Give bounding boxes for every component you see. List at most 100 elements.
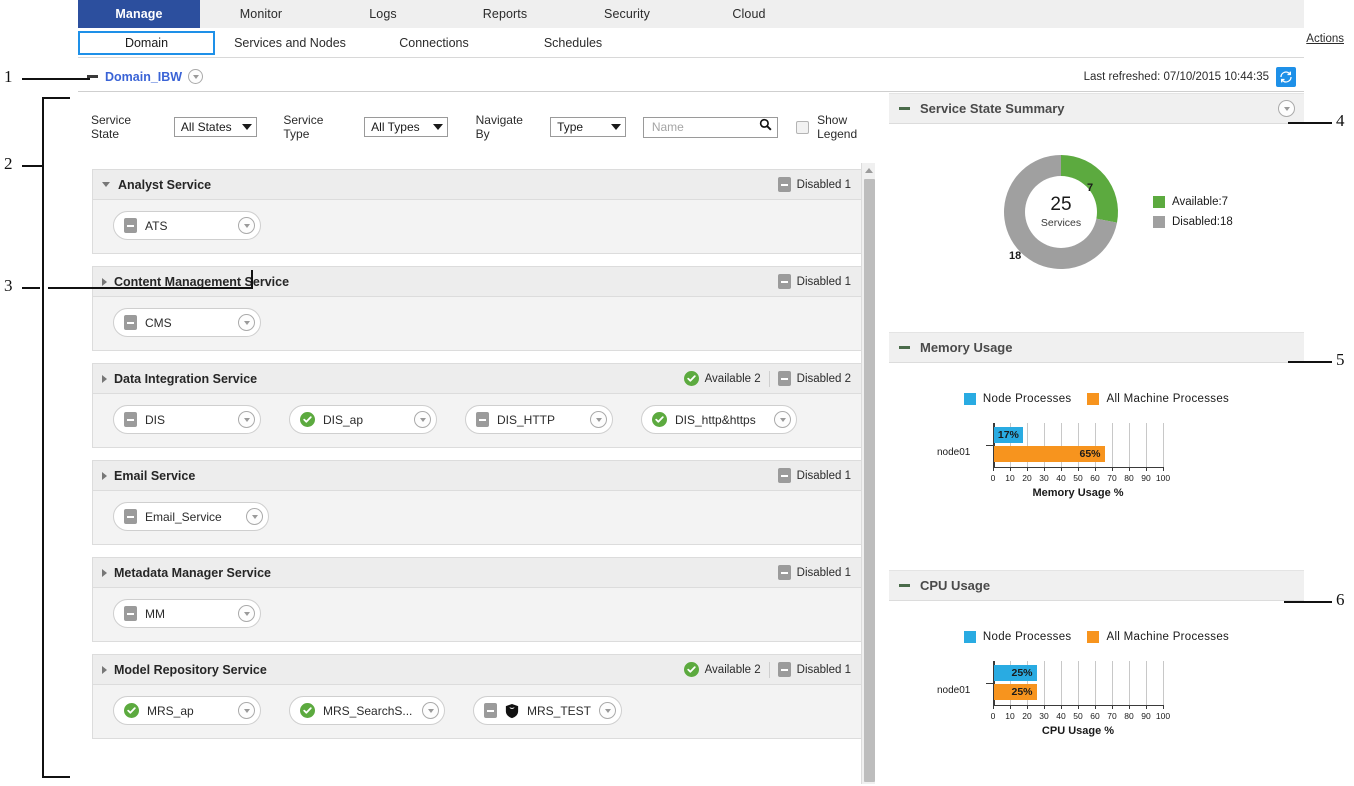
callout-3-line-a [22, 287, 40, 289]
callout-4: 4 [1336, 111, 1345, 131]
service-chip[interactable]: DIS_HTTP [465, 405, 613, 434]
status-badge-label: Disabled 1 [797, 179, 851, 191]
subnav-tab-label: Domain [125, 36, 168, 50]
chevron-down-circle-icon[interactable] [238, 314, 255, 331]
callout-1: 1 [4, 67, 13, 87]
shield-icon [505, 703, 519, 719]
show-legend-checkbox[interactable] [796, 121, 809, 134]
nav-tab-manage[interactable]: Manage [78, 0, 200, 28]
scrollbar-thumb[interactable] [864, 179, 875, 782]
service-chip[interactable]: MM [113, 599, 261, 628]
service-chip[interactable]: DIS_ap [289, 405, 437, 434]
service-group-header[interactable]: Analyst ServiceDisabled 1 [93, 170, 861, 200]
chevron-down-circle-icon[interactable] [414, 411, 431, 428]
service-group-title: Data Integration Service [114, 372, 257, 386]
legend-item-node-processes: Node Processes [964, 631, 1072, 643]
service-group-header[interactable]: Content Management ServiceDisabled 1 [93, 267, 861, 297]
service-group-body: Email_Service [93, 491, 861, 544]
nav-tab-logs[interactable]: Logs [322, 0, 444, 28]
service-chip-label: DIS_HTTP [497, 413, 555, 427]
x-axis-tick [1078, 705, 1079, 709]
minus-icon[interactable] [899, 346, 910, 349]
chevron-down-icon[interactable] [102, 182, 110, 187]
chevron-down-circle-icon[interactable] [238, 411, 255, 428]
chevron-right-icon[interactable] [102, 278, 107, 286]
disabled-icon [778, 177, 791, 192]
service-chip-label: DIS_http&https [675, 413, 756, 427]
gridline [1112, 661, 1113, 705]
x-axis-tick [1044, 705, 1045, 709]
refresh-icon[interactable] [1276, 67, 1296, 87]
service-group-header[interactable]: Data Integration ServiceAvailable 2Disab… [93, 364, 861, 394]
scrollbar[interactable] [861, 163, 875, 784]
service-group-stats: Disabled 1 [778, 177, 851, 192]
chevron-down-circle-icon[interactable] [590, 411, 607, 428]
service-chip[interactable]: ATS [113, 211, 261, 240]
legend-swatch-all-machine-processes [1087, 393, 1099, 405]
subnav-tab-schedules[interactable]: Schedules [518, 31, 628, 55]
service-group-header[interactable]: Email ServiceDisabled 1 [93, 461, 861, 491]
category-label: node01 [937, 685, 970, 696]
show-legend-label: Show Legend [817, 113, 888, 141]
legend-label-all-machine-processes: All Machine Processes [1106, 393, 1229, 405]
service-group-body: DIS DIS_ap DIS_HTTP DIS_http&https [93, 394, 861, 447]
service-chip[interactable]: DIS_http&https [641, 405, 797, 434]
sub-navigation: Domain Services and Nodes Connections Sched… [78, 28, 1304, 58]
cpu-usage-header: CPU Usage [889, 570, 1304, 601]
subnav-tab-connections[interactable]: Connections [373, 31, 495, 55]
x-axis-tick [1061, 467, 1062, 471]
search-icon[interactable] [759, 118, 772, 136]
x-axis-tick [1163, 705, 1164, 709]
nav-tab-reports[interactable]: Reports [444, 0, 566, 28]
domain-name-link[interactable]: Domain_IBW [105, 70, 182, 84]
chevron-down-circle-icon[interactable] [188, 69, 203, 84]
service-type-select[interactable]: All Types [364, 117, 447, 137]
service-state-select[interactable]: All States [174, 117, 257, 137]
chevron-down-circle-icon[interactable] [1278, 100, 1295, 117]
service-group-body: MM [93, 588, 861, 641]
disabled-icon [778, 468, 791, 483]
search-box[interactable] [643, 117, 779, 138]
service-group-header[interactable]: Model Repository ServiceAvailable 2Disab… [93, 655, 861, 685]
chevron-down-circle-icon[interactable] [238, 605, 255, 622]
nav-tab-monitor[interactable]: Monitor [200, 0, 322, 28]
nav-tab-label: Reports [483, 7, 527, 21]
service-chip[interactable]: MRS_SearchS... [289, 696, 445, 725]
nav-tab-cloud[interactable]: Cloud [688, 0, 810, 28]
chevron-right-icon[interactable] [102, 569, 107, 577]
disabled-icon [778, 565, 791, 580]
donut-slice-label-available: 7 [1087, 182, 1093, 194]
x-axis-tick [1044, 467, 1045, 471]
actions-menu[interactable]: Actions [1306, 33, 1344, 45]
nav-tab-security[interactable]: Security [566, 0, 688, 28]
service-chip[interactable]: DIS [113, 405, 261, 434]
chevron-down-circle-icon[interactable] [246, 508, 263, 525]
subnav-tab-services-and-nodes[interactable]: Services and Nodes [230, 31, 350, 55]
chevron-right-icon[interactable] [102, 375, 107, 383]
callout-2: 2 [4, 154, 13, 174]
service-chip[interactable]: MRS_ap [113, 696, 261, 725]
service-chip[interactable]: MRS_TEST [473, 696, 622, 725]
minus-icon[interactable] [899, 584, 910, 587]
subnav-tab-domain[interactable]: Domain [78, 31, 215, 55]
chevron-down-circle-icon[interactable] [774, 411, 791, 428]
minus-icon[interactable] [899, 107, 910, 110]
navigate-by-select[interactable]: Type [550, 117, 626, 137]
scroll-up-icon[interactable] [862, 163, 875, 177]
service-chip-label: Email_Service [145, 510, 222, 524]
chevron-down-circle-icon[interactable] [599, 702, 616, 719]
x-axis-tick [1112, 467, 1113, 471]
disabled-icon [476, 412, 489, 427]
gridline [1146, 661, 1147, 705]
chevron-down-circle-icon[interactable] [422, 702, 439, 719]
chevron-right-icon[interactable] [102, 666, 107, 674]
chevron-down-circle-icon[interactable] [238, 702, 255, 719]
search-input[interactable] [650, 119, 758, 135]
callout-6-line [1284, 601, 1332, 603]
service-chip[interactable]: CMS [113, 308, 261, 337]
service-group-header[interactable]: Metadata Manager ServiceDisabled 1 [93, 558, 861, 588]
service-group: Email ServiceDisabled 1 Email_Service [92, 460, 862, 545]
chevron-right-icon[interactable] [102, 472, 107, 480]
chevron-down-circle-icon[interactable] [238, 217, 255, 234]
service-chip[interactable]: Email_Service [113, 502, 269, 531]
